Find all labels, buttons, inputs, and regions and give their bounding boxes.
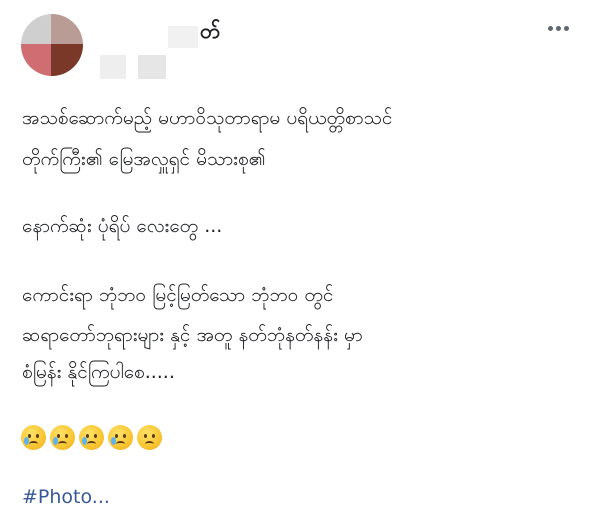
crying-face-icon [79, 425, 104, 450]
more-options-button[interactable] [540, 14, 576, 42]
avatar-pixel [51, 14, 83, 44]
hashtag-link[interactable]: #Photo... [22, 486, 110, 508]
name-redaction [168, 26, 198, 48]
post-text-line: တိုက်ကြီး၏ မြေအလှူရှင် မိသားစု၏ [22, 148, 266, 170]
avatar-pixel [51, 44, 83, 76]
emoji-row [21, 425, 162, 453]
avatar-pixel [21, 14, 51, 44]
emoji-mouth [29, 441, 38, 447]
name-redaction [100, 55, 126, 79]
post-text-line: စံမြန်း နိုင်ကြပါစေ..... [22, 361, 175, 383]
post-text-line: နောက်ဆုံး ပုံရိပ် လေးတွေ ... [22, 215, 223, 237]
emoji-mouth [116, 441, 125, 447]
emoji-mouth [58, 441, 67, 447]
facebook-post: တ် အသစ်ဆောက်မည့် မဟာဝိသုတာရာမ ပရိယတ္တိစာ… [0, 0, 600, 508]
author-avatar[interactable] [21, 14, 83, 76]
more-dot-icon [547, 25, 553, 31]
name-redaction [138, 55, 166, 79]
crying-face-icon [50, 425, 75, 450]
sad-face-icon [137, 425, 162, 450]
post-header: တ် [0, 0, 600, 86]
crying-face-icon [108, 425, 133, 450]
post-text-line: အသစ်ဆောက်မည့် မဟာဝိသုတာရာမ ပရိယတ္တိစာသင် [22, 107, 393, 129]
post-text-line: ကောင်းရာ ဘုံဘဝ မြင့်မြတ်သော ဘုံဘဝ တွင် [22, 284, 334, 306]
more-dot-icon [563, 25, 569, 31]
crying-face-icon [21, 425, 46, 450]
emoji-mouth [145, 441, 154, 447]
post-text-line: ဆရာတော်ဘုရားများ နှင့် အတူ နတ်ဘုံနတ်နန်း… [22, 324, 363, 346]
author-name[interactable]: တ် [200, 18, 220, 49]
avatar-pixel [21, 44, 51, 76]
more-dot-icon [555, 25, 561, 31]
emoji-mouth [87, 441, 96, 447]
